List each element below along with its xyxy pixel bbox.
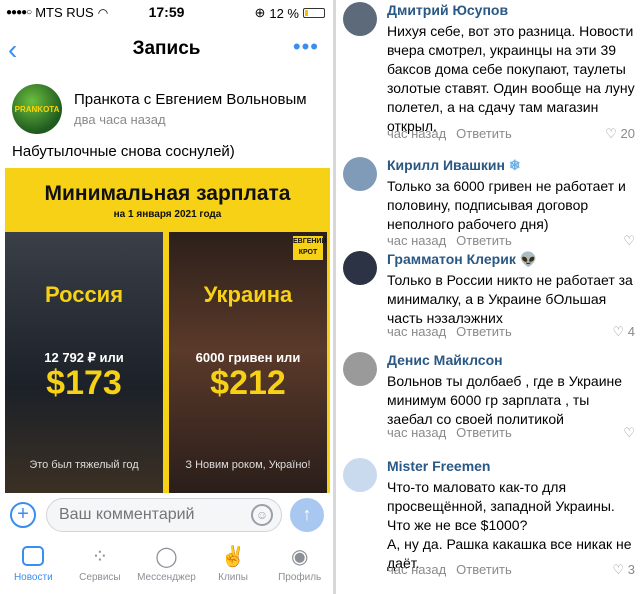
battery-icon xyxy=(303,8,325,18)
status-bar: ●●●●○ MTS RUS ◠ 17:59 ⊕ 12 % xyxy=(0,0,333,24)
comment-author[interactable]: Mister Freemen xyxy=(387,458,490,474)
post-screen: ●●●●○ MTS RUS ◠ 17:59 ⊕ 12 % ‹ Запись ••… xyxy=(0,0,333,594)
services-icon: ⁘ xyxy=(91,545,109,568)
comment-author[interactable]: Дмитрий Юсупов xyxy=(387,2,508,18)
comment-bar: + ☺ ↑ xyxy=(0,494,333,536)
comment-time: час назад xyxy=(387,562,447,577)
channel-badge: ЕВГЕНИЙ КРОТ xyxy=(293,236,326,260)
country-label: Украина xyxy=(203,282,293,307)
tab-bar: Новости ⁘ Сервисы ◯ Мессенджер ✌ Клипы ◉… xyxy=(0,540,333,594)
nav-bar: ‹ Запись ••• xyxy=(0,28,333,68)
poster-panel-russia: Россия 12 792 ₽ или $173 Это был тяжелый… xyxy=(5,232,163,493)
like-button[interactable]: ♡ 20 xyxy=(605,126,635,142)
reply-button[interactable]: Ответить xyxy=(456,233,512,248)
snowflake-icon: ❄ xyxy=(508,157,521,173)
more-icon[interactable]: ••• xyxy=(293,34,319,60)
comment-time: час назад xyxy=(387,126,447,141)
comment-input-wrap: ☺ xyxy=(46,498,282,532)
comment-text: Только за 6000 гривен не работает и поло… xyxy=(387,178,626,232)
comment-text: Только в России никто не работает за мин… xyxy=(387,272,633,326)
like-button[interactable]: ♡ xyxy=(623,425,635,441)
comment-text: Вольнов ты долбаеб , где в Украине миним… xyxy=(387,373,623,427)
emoji-icon[interactable]: ☺ xyxy=(251,504,273,526)
post-author[interactable]: Пранкота с Евгением Вольновым xyxy=(74,91,307,108)
tab-services[interactable]: ⁘ Сервисы xyxy=(67,540,134,594)
usd-salary: $212 xyxy=(210,364,286,402)
avatar[interactable] xyxy=(343,251,377,285)
reply-button[interactable]: Ответить xyxy=(456,324,512,339)
battery-percent: 12 % xyxy=(269,5,299,21)
tab-clips[interactable]: ✌ Клипы xyxy=(200,540,267,594)
attach-plus-icon[interactable]: + xyxy=(10,502,36,528)
comment-time: час назад xyxy=(387,324,447,339)
country-label: Россия xyxy=(44,282,124,307)
comment-input[interactable] xyxy=(47,499,237,531)
post-header: PRANKOTA Пранкота с Евгением Вольновым д… xyxy=(12,84,307,134)
tab-messenger[interactable]: ◯ Мессенджер xyxy=(133,540,200,594)
alien-icon: 👽 xyxy=(519,251,538,267)
post-text: Набутылочные снова соснулей) xyxy=(12,143,235,160)
send-icon[interactable]: ↑ xyxy=(290,498,324,532)
avatar[interactable] xyxy=(343,157,377,191)
news-icon xyxy=(22,546,45,566)
orientation-lock-icon: ⊕ xyxy=(254,5,266,20)
comment-time: час назад xyxy=(387,425,447,440)
messenger-icon: ◯ xyxy=(155,545,178,568)
comment-author[interactable]: Кирилл Ивашкин ❄ xyxy=(387,157,521,174)
avatar[interactable] xyxy=(343,458,377,492)
like-button[interactable]: ♡ 4 xyxy=(612,324,635,340)
reply-button[interactable]: Ответить xyxy=(456,562,512,577)
comment-author[interactable]: Грамматон Клерик 👽 xyxy=(387,251,537,268)
usd-salary: $173 xyxy=(46,364,122,402)
poster-title: Минимальная зарплата xyxy=(44,182,291,205)
avatar[interactable] xyxy=(343,2,377,36)
comment-text: Нихуя себе, вот это разница. Новости вче… xyxy=(387,23,635,134)
avatar[interactable] xyxy=(343,352,377,386)
reply-button[interactable]: Ответить xyxy=(456,126,512,141)
clips-icon: ✌ xyxy=(220,545,246,568)
comment-time: час назад xyxy=(387,233,447,248)
panel-caption: Это был тяжелый год xyxy=(29,459,139,471)
profile-icon: ◉ xyxy=(290,545,309,568)
page-title: Запись xyxy=(132,38,201,59)
post-time: два часа назад xyxy=(74,112,166,127)
avatar[interactable]: PRANKOTA xyxy=(12,84,62,134)
poster-subtitle: на 1 января 2021 года xyxy=(113,209,222,220)
local-salary: 6000 гривен или xyxy=(195,350,301,365)
like-button[interactable]: ♡ xyxy=(623,233,635,249)
comment-author[interactable]: Денис Майклсон xyxy=(387,352,503,368)
comments-screen: Дмитрий Юсупов Нихуя себе, вот это разни… xyxy=(336,0,640,594)
panel-caption: З Новим роком, Україно! xyxy=(185,459,311,471)
like-button[interactable]: ♡ 3 xyxy=(612,562,635,578)
post-image[interactable]: Минимальная зарплата на 1 января 2021 го… xyxy=(5,168,330,493)
tab-profile[interactable]: ◉ Профиль xyxy=(266,540,333,594)
reply-button[interactable]: Ответить xyxy=(456,425,512,440)
poster-panel-ukraine: ЕВГЕНИЙ КРОТ Украина 6000 гривен или $21… xyxy=(169,232,327,493)
comment-text: Что-то маловато как-то для просвещённой,… xyxy=(387,479,632,571)
tab-news[interactable]: Новости xyxy=(0,540,67,594)
